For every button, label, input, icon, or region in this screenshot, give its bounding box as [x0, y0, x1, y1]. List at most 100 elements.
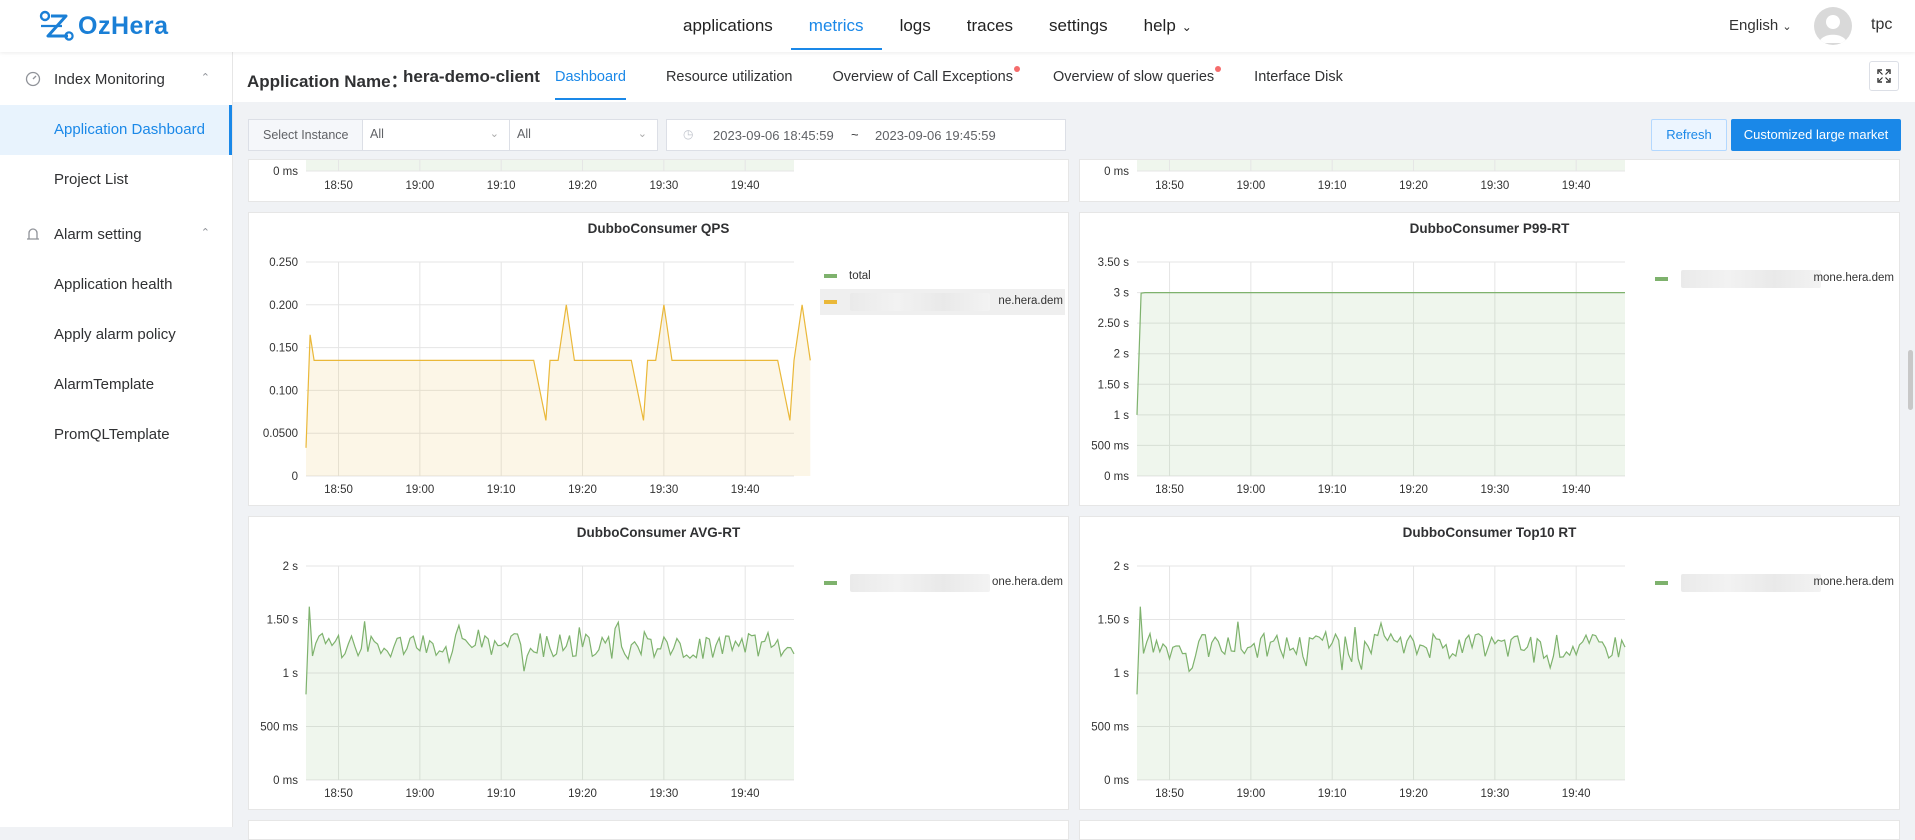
customized-large-market-button[interactable]: Customized large market: [1731, 119, 1901, 151]
tab-label: Dashboard: [555, 69, 626, 85]
series-area: [306, 160, 794, 171]
y-tick-label: 2 s: [283, 561, 299, 573]
sidebar-item-application-health[interactable]: Application health: [0, 260, 232, 310]
series-area: [1137, 606, 1625, 780]
tab-label: Overview of Call Exceptions: [832, 69, 1013, 85]
nav-settings[interactable]: settings: [1031, 0, 1126, 52]
x-tick-label: 19:20: [568, 180, 597, 192]
x-tick-label: 19:00: [1236, 180, 1265, 192]
legend-swatch: [824, 581, 837, 585]
legend-swatch: [824, 274, 837, 278]
page-scrollbar[interactable]: [1908, 350, 1913, 410]
refresh-button[interactable]: Refresh: [1651, 119, 1727, 151]
sidebar-item-label: Project List: [54, 171, 129, 188]
tab-slow-queries[interactable]: Overview of slow queries: [1053, 52, 1222, 102]
dashboard-tabs: Dashboard Resource utilization Overview …: [555, 52, 1383, 102]
tab-interface-disk[interactable]: Interface Disk: [1254, 52, 1343, 102]
instance-select-2[interactable]: All ⌄: [510, 120, 657, 150]
x-tick-label: 19:30: [649, 788, 678, 800]
application-name: hera-demo-client: [403, 67, 540, 86]
y-tick-label: 3 s: [1114, 288, 1130, 300]
x-tick-label: 18:50: [1155, 484, 1184, 496]
instance-filter: Select Instance All ⌄ All ⌄: [248, 119, 658, 151]
nav-logs[interactable]: logs: [882, 0, 949, 52]
x-tick-label: 18:50: [324, 484, 353, 496]
sidebar-item-project-list[interactable]: Project List: [0, 155, 232, 205]
y-tick-label: 1 s: [1114, 668, 1130, 680]
sidebar-item-promql-template[interactable]: PromQLTemplate: [0, 410, 232, 460]
y-tick-label: 0 ms: [1104, 775, 1129, 787]
tab-dashboard[interactable]: Dashboard: [555, 52, 626, 102]
user-avatar-icon[interactable]: [1814, 7, 1852, 45]
legend-item[interactable]: ne.hera.dem: [820, 289, 1065, 315]
legend-item[interactable]: mone.hera.dem: [1651, 570, 1896, 596]
x-tick-label: 18:50: [1155, 180, 1184, 192]
legend-label: total: [849, 270, 871, 282]
x-tick-label: 19:40: [731, 484, 760, 496]
y-tick-label: 0 ms: [1104, 471, 1129, 483]
y-tick-label: 500 ms: [260, 722, 298, 734]
y-tick-label: 0.100: [269, 385, 298, 397]
sidebar-item-apply-alarm-policy[interactable]: Apply alarm policy: [0, 310, 232, 360]
fullscreen-icon[interactable]: [1869, 61, 1899, 91]
x-tick-label: 19:30: [1480, 180, 1509, 192]
tab-label: Overview of slow queries: [1053, 69, 1215, 85]
y-tick-label: 1.50 s: [267, 615, 299, 627]
time-start[interactable]: 2023-09-06 18:45:59: [713, 128, 834, 143]
sidebar-item-label: AlarmTemplate: [54, 376, 155, 393]
time-separator: ~: [851, 127, 859, 142]
username[interactable]: tpc: [1871, 16, 1892, 34]
nav-applications[interactable]: applications: [665, 0, 791, 52]
sidebar-group-index-monitoring[interactable]: Index Monitoring ⌃: [0, 53, 232, 105]
y-tick-label: 1.50 s: [1098, 379, 1130, 391]
language-label: English: [1729, 17, 1779, 34]
x-tick-label: 19:00: [405, 180, 434, 192]
application-name-label: Application Name：: [247, 72, 408, 91]
x-tick-label: 19:30: [1480, 788, 1509, 800]
redacted-legend-text: [850, 293, 990, 311]
x-tick-label: 19:00: [1236, 788, 1265, 800]
ozhera-logo[interactable]: OzHera: [36, 9, 169, 43]
y-tick-label: 0 ms: [273, 775, 298, 787]
top-navbar: OzHera applications metrics logs traces …: [0, 0, 1915, 52]
legend-swatch: [824, 300, 837, 304]
legend-label: mone.hera.dem: [1813, 576, 1894, 588]
x-tick-label: 19:20: [568, 484, 597, 496]
tab-call-exceptions[interactable]: Overview of Call Exceptions: [832, 52, 1020, 102]
select-instance-label: Select Instance: [249, 120, 363, 150]
chart-panel-qps: DubboConsumer QPS 0.250 0.200 0.150 0.100 0.…: [248, 212, 1069, 506]
x-tick-label: 19:40: [1562, 180, 1591, 192]
legend-swatch: [1655, 277, 1668, 281]
x-tick-label: 19:10: [487, 484, 516, 496]
x-tick-label: 19:10: [487, 180, 516, 192]
chart-svg: 0 ms 18:50 19:00 19:10 19:20 19:30 19:40: [273, 160, 794, 192]
series-area: [1137, 292, 1625, 476]
language-switcher[interactable]: English ⌄: [1729, 17, 1792, 34]
legend-item[interactable]: mone.hera.dem: [1651, 266, 1896, 292]
sidebar-item-label: PromQLTemplate: [54, 426, 170, 443]
sidebar-item-alarm-template[interactable]: AlarmTemplate: [0, 360, 232, 410]
legend-item[interactable]: one.hera.dem: [820, 570, 1065, 596]
nav-metrics[interactable]: metrics: [790, 0, 882, 52]
x-tick-label: 19:20: [1399, 788, 1428, 800]
y-tick-label: 3.50 s: [1098, 257, 1130, 269]
legend-item[interactable]: total: [820, 263, 1065, 289]
tab-resource-utilization[interactable]: Resource utilization: [666, 52, 793, 102]
notification-dot: [1014, 66, 1020, 72]
chevron-down-icon: ⌄: [1181, 20, 1192, 34]
series-area: [306, 606, 794, 780]
chart-panel-avg-rt: DubboConsumer AVG-RT 2 s 1.50 s1 s 500 ms 0…: [248, 516, 1069, 810]
nav-traces[interactable]: traces: [949, 0, 1031, 52]
y-tick-label: 2 s: [1114, 349, 1130, 361]
time-range-picker[interactable]: ◷ 2023-09-06 18:45:59 ~ 2023-09-06 19:45…: [666, 119, 1066, 151]
chart-legend: mone.hera.dem: [1651, 570, 1896, 596]
instance-select-group: Select Instance All ⌄ All ⌄: [248, 119, 658, 151]
sidebar-group-alarm-setting[interactable]: Alarm setting ⌃: [0, 208, 232, 260]
time-end[interactable]: 2023-09-06 19:45:59: [875, 128, 996, 143]
redacted-legend-text: [1681, 574, 1821, 592]
nav-help[interactable]: help ⌄: [1126, 0, 1210, 52]
chevron-up-icon: ⌃: [200, 72, 210, 84]
chart-panel-next-left: [248, 820, 1069, 840]
instance-select-1[interactable]: All ⌄: [363, 120, 510, 150]
sidebar-item-application-dashboard[interactable]: Application Dashboard: [0, 105, 232, 155]
